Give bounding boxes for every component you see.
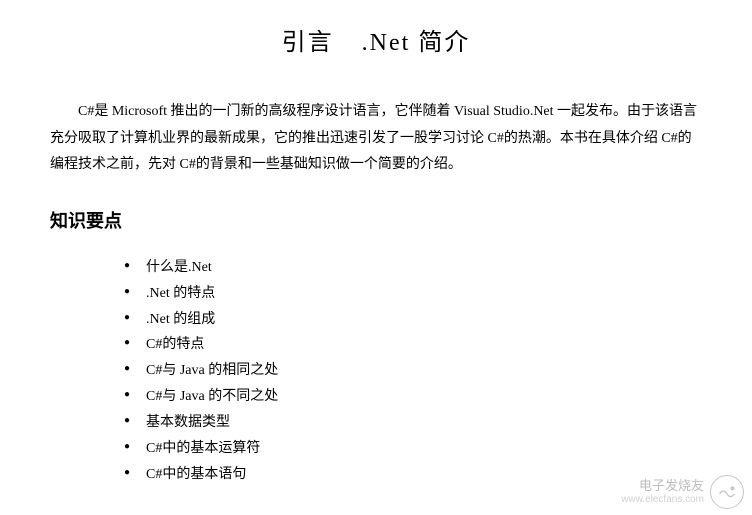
title-part-2: .Net 简介 bbox=[362, 30, 471, 56]
title-part-1: 引言 bbox=[282, 30, 334, 56]
watermark-url: www.elecfans.com bbox=[621, 494, 704, 506]
list-item: C#的特点 bbox=[146, 332, 702, 358]
list-item: C#与 Java 的相同之处 bbox=[146, 358, 702, 384]
list-item: .Net 的组成 bbox=[146, 307, 702, 333]
document-page: 引言 .Net 简介 C#是 Microsoft 推出的一门新的高级程序设计语言，… bbox=[0, 0, 752, 508]
list-item: C#与 Java 的不同之处 bbox=[146, 384, 702, 410]
list-item: C#中的基本语句 bbox=[146, 462, 702, 488]
list-item: 基本数据类型 bbox=[146, 410, 702, 436]
knowledge-points-list: 什么是.Net .Net 的特点 .Net 的组成 C#的特点 C#与 Java… bbox=[50, 255, 702, 488]
logo-icon bbox=[710, 475, 744, 509]
list-item: C#中的基本运算符 bbox=[146, 436, 702, 462]
watermark-brand: 电子发烧友 bbox=[621, 478, 704, 494]
list-item: 什么是.Net bbox=[146, 255, 702, 281]
section-heading: 知识要点 bbox=[50, 207, 702, 233]
intro-paragraph: C#是 Microsoft 推出的一门新的高级程序设计语言，它伴随着 Visua… bbox=[50, 99, 702, 179]
page-title: 引言 .Net 简介 bbox=[50, 22, 702, 57]
watermark: 电子发烧友 www.elecfans.com bbox=[621, 475, 744, 509]
watermark-text: 电子发烧友 www.elecfans.com bbox=[621, 478, 704, 506]
list-item: .Net 的特点 bbox=[146, 281, 702, 307]
